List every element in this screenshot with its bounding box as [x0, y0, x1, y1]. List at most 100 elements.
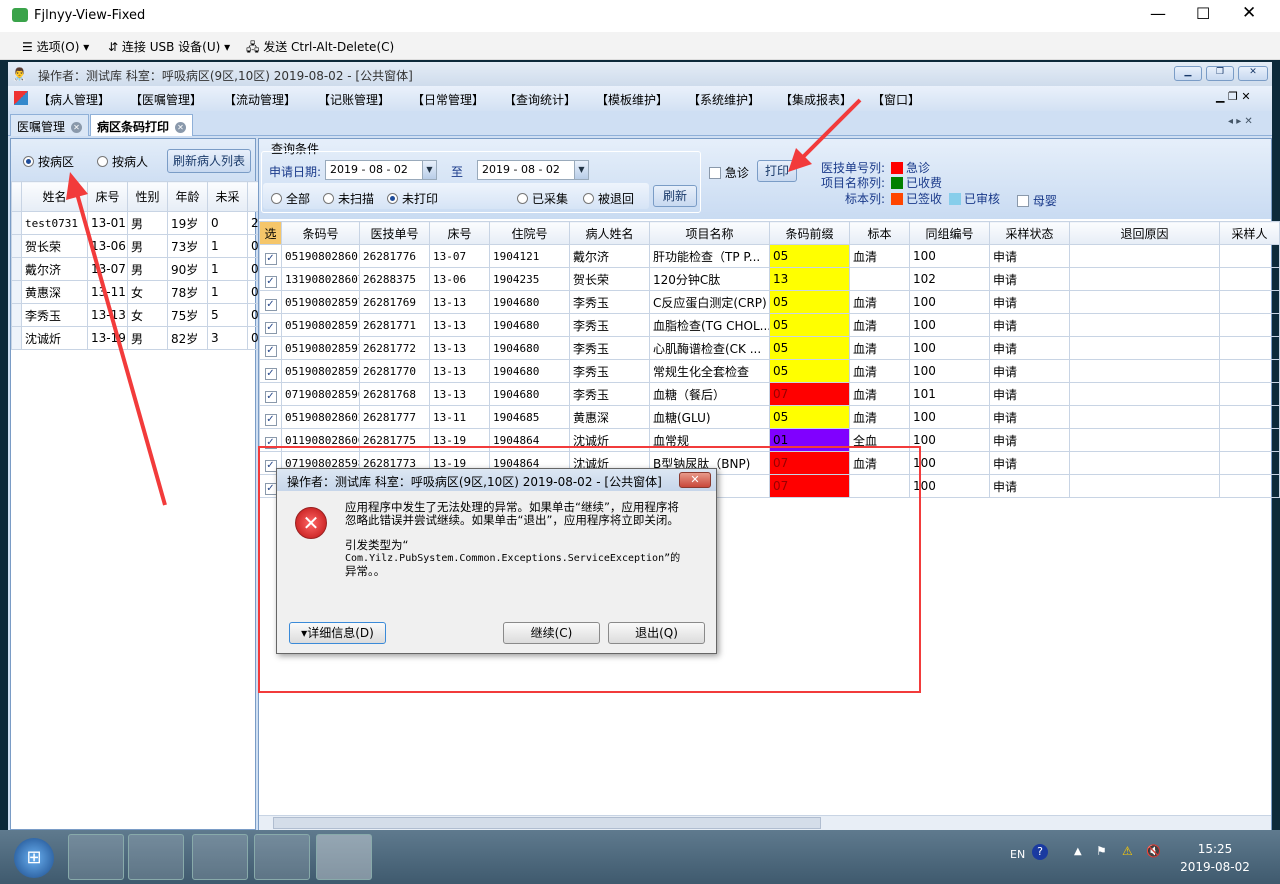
row-checkbox[interactable]: ✓: [264, 344, 277, 357]
options-menu[interactable]: ☰ 选项(O) ▾: [22, 38, 89, 55]
show-hidden-icons[interactable]: ▲: [1074, 846, 1082, 857]
row-checkbox[interactable]: ✓: [264, 413, 277, 426]
filter-unprinted[interactable]: 未打印: [387, 190, 438, 207]
grid-row[interactable]: ✓ 051908028597 26281769 13-13 1904680 李秀玉 C反应蛋…: [259, 290, 1280, 314]
app-close[interactable]: ✕: [1238, 66, 1268, 81]
grid-row[interactable]: ✓ 131908028607 26288375 13-06 1904235 贺长荣 120分…: [259, 267, 1280, 291]
help-icon[interactable]: ?: [1032, 844, 1048, 860]
patient-row[interactable]: 沈诚炘 13-19 男 82岁 3 0: [11, 326, 272, 350]
taskbar-explorer[interactable]: [68, 834, 124, 880]
dialog-close-button[interactable]: ✕: [679, 472, 711, 488]
filter-unscanned[interactable]: 未扫描: [323, 190, 374, 207]
close-button[interactable]: ✕: [1242, 3, 1256, 23]
start-button[interactable]: ⊞: [14, 838, 54, 878]
radio-by-ward[interactable]: 按病区: [23, 153, 74, 170]
menu-system[interactable]: 【系统维护】: [688, 91, 760, 108]
grid-header[interactable]: 住院号: [489, 221, 570, 245]
menu-template[interactable]: 【模板维护】: [596, 91, 668, 108]
grid-cell: 申请: [989, 359, 1070, 383]
grid-row[interactable]: ✓ 051908028597 26281770 13-13 1904680 李秀玉 常规生化…: [259, 359, 1280, 383]
volume-icon[interactable]: 🔇: [1146, 844, 1161, 858]
menu-query[interactable]: 【查询统计】: [504, 91, 576, 108]
action-center-icon[interactable]: ⚑: [1096, 844, 1107, 858]
grid-row[interactable]: ✓ 011908028600 26281775 13-19 1904864 沈诚炘 血常规 0…: [259, 428, 1280, 452]
row-checkbox[interactable]: ✓: [264, 390, 277, 403]
menu-orders[interactable]: 【医嘱管理】: [130, 91, 202, 108]
app-minimize[interactable]: ▁: [1174, 66, 1202, 81]
app-restore[interactable]: ❐: [1206, 66, 1234, 81]
menu-reports[interactable]: 【集成报表】: [780, 91, 852, 108]
grid-header[interactable]: 条码前缀: [769, 221, 850, 245]
horizontal-scrollbar[interactable]: [259, 815, 1271, 830]
grid-header[interactable]: 选: [259, 221, 282, 245]
filter-returned[interactable]: 被退回: [583, 190, 634, 207]
taskbar-compass[interactable]: [254, 834, 310, 880]
menu-window[interactable]: 【窗口】: [872, 91, 920, 108]
grid-header[interactable]: 医技单号: [359, 221, 430, 245]
row-checkbox[interactable]: ✓: [264, 298, 277, 311]
usb-menu[interactable]: ⇵ 连接 USB 设备(U) ▾: [108, 38, 230, 55]
send-cad-button[interactable]: 🖧 发送 Ctrl-Alt-Delete(C): [246, 38, 394, 59]
patient-cell: 沈诚炘: [21, 326, 88, 350]
quit-button[interactable]: 退出(Q): [608, 622, 705, 644]
grid-header[interactable]: 病人姓名: [569, 221, 650, 245]
grid-header[interactable]: 项目名称: [649, 221, 770, 245]
grid-row[interactable]: ✓ 051908028597 26281771 13-13 1904680 李秀玉 血脂检查…: [259, 313, 1280, 337]
row-checkbox[interactable]: ✓: [264, 367, 277, 380]
grid-row[interactable]: ✓ 051908028597 26281772 13-13 1904680 李秀玉 心肌酶谱…: [259, 336, 1280, 360]
language-indicator[interactable]: EN: [1010, 848, 1025, 861]
row-checkbox[interactable]: ✓: [264, 252, 277, 265]
patient-row[interactable]: 黄惠深 13-11 女 78岁 1 0: [11, 280, 272, 304]
patient-row[interactable]: test0731 13-01 男 19岁 0 2: [11, 211, 272, 235]
grid-header[interactable]: 床号: [429, 221, 490, 245]
urgent-checkbox[interactable]: 急诊: [709, 164, 749, 181]
row-checkbox[interactable]: ✓: [264, 321, 277, 334]
refresh-button[interactable]: 刷新: [653, 185, 697, 207]
mdi-controls[interactable]: ▁ ❐ ✕: [1216, 90, 1251, 103]
grid-header[interactable]: 退回原因: [1069, 221, 1220, 245]
patient-row[interactable]: 贺长荣 13-06 男 73岁 1 0: [11, 234, 272, 258]
date-from-input[interactable]: 2019 - 08 - 02 ▼: [325, 160, 437, 180]
clock[interactable]: 15:25 2019-08-02: [1180, 840, 1250, 876]
grid-row[interactable]: ✓ 051908028601 26281776 13-07 1904121 戴尔济 肝功能检…: [259, 244, 1280, 268]
baby-checkbox[interactable]: 母婴: [1017, 192, 1057, 209]
filter-all[interactable]: 全部: [271, 190, 310, 207]
details-button[interactable]: ▾详细信息(D): [289, 622, 386, 644]
tab-orders[interactable]: 医嘱管理 ✕: [10, 114, 90, 136]
patient-row[interactable]: 戴尔济 13-07 男 90岁 1 0: [11, 257, 272, 281]
tab-barcode-print[interactable]: 病区条码打印 ✕: [90, 114, 194, 136]
grid-header[interactable]: 采样人: [1219, 221, 1280, 245]
row-checkbox[interactable]: ✓: [264, 436, 277, 449]
grid-row[interactable]: ✓ 051908028602 26281777 13-11 1904685 黄惠深 血糖(G…: [259, 405, 1280, 429]
grid-header[interactable]: 同组编号: [909, 221, 990, 245]
patient-row[interactable]: 李秀玉 13-13 女 75岁 5 0: [11, 303, 272, 327]
taskbar-chrome[interactable]: [192, 834, 248, 880]
close-tab-icon[interactable]: ✕: [71, 122, 83, 133]
grid-header[interactable]: 条码号: [281, 221, 360, 245]
menu-daily[interactable]: 【日常管理】: [412, 91, 484, 108]
row-checkbox[interactable]: ✓: [264, 275, 277, 288]
grid-row[interactable]: ✓ 071908028596 26281768 13-13 1904680 李秀玉 血糖（餐…: [259, 382, 1280, 406]
row-checkbox[interactable]: ✓: [264, 482, 277, 495]
taskbar-media[interactable]: [128, 834, 184, 880]
taskbar-his-app[interactable]: [316, 834, 372, 880]
menu-billing[interactable]: 【记账管理】: [318, 91, 390, 108]
grid-cell: 血清: [849, 382, 910, 406]
menu-patient[interactable]: 【病人管理】: [38, 91, 110, 108]
date-to-input[interactable]: 2019 - 08 - 02 ▼: [477, 160, 589, 180]
grid-header[interactable]: 采样状态: [989, 221, 1070, 245]
close-tab-icon[interactable]: ✕: [175, 122, 187, 133]
row-checkbox[interactable]: ✓: [264, 459, 277, 472]
radio-by-patient[interactable]: 按病人: [97, 153, 148, 170]
scroll-thumb[interactable]: [273, 817, 821, 829]
refresh-patient-list-button[interactable]: 刷新病人列表: [167, 149, 251, 173]
menu-flow[interactable]: 【流动管理】: [224, 91, 296, 108]
continue-button[interactable]: 继续(C): [503, 622, 600, 644]
legend-label-specimen: 标本列:: [844, 192, 885, 206]
filter-collected[interactable]: 已采集: [517, 190, 568, 207]
maximize-button[interactable]: ☐: [1196, 4, 1210, 23]
minimize-button[interactable]: —: [1150, 4, 1166, 23]
tab-nav-arrows[interactable]: ◂ ▸ ✕: [1228, 116, 1253, 127]
grid-header[interactable]: 标本: [849, 221, 910, 245]
network-icon[interactable]: ⚠: [1122, 844, 1133, 858]
